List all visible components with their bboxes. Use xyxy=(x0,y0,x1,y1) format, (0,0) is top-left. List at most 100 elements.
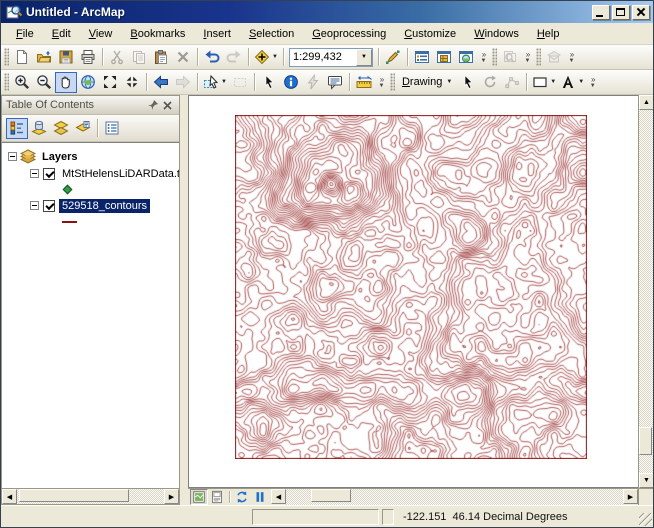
scrollbar-thumb[interactable] xyxy=(639,427,652,455)
line-symbol[interactable] xyxy=(62,221,77,223)
tree-node-layers[interactable]: Layers xyxy=(2,148,179,165)
map-scale-value[interactable]: 1:299,432 xyxy=(290,51,356,63)
toolbar-overflow-button[interactable]: »▼ xyxy=(477,47,490,68)
copy-button[interactable] xyxy=(128,47,150,68)
scroll-up-button[interactable]: ▲ xyxy=(639,95,654,110)
menu-file[interactable]: File xyxy=(7,25,43,43)
print-button[interactable] xyxy=(77,47,99,68)
collapse-toggle[interactable] xyxy=(30,201,39,210)
layer-visibility-checkbox[interactable] xyxy=(43,168,55,180)
menu-selection[interactable]: Selection xyxy=(240,25,303,43)
scroll-left-button[interactable]: ◀ xyxy=(2,489,17,504)
paste-button[interactable] xyxy=(150,47,172,68)
editor-toolbar-button[interactable] xyxy=(382,47,404,68)
close-button[interactable] xyxy=(632,5,650,20)
select-features-button[interactable]: ▼ xyxy=(201,72,229,93)
zoom-in-button[interactable] xyxy=(11,72,33,93)
list-by-visibility-button[interactable] xyxy=(50,118,72,139)
toc-horizontal-scrollbar[interactable]: ◀ ▶ xyxy=(2,488,179,504)
menu-geoprocessing[interactable]: Geoprocessing xyxy=(303,25,395,43)
open-button[interactable] xyxy=(33,47,55,68)
refresh-view-button[interactable] xyxy=(233,489,251,505)
edit-vertices-button[interactable] xyxy=(501,72,523,93)
cut-button[interactable] xyxy=(106,47,128,68)
resize-grip[interactable] xyxy=(639,513,652,526)
new-document-button[interactable] xyxy=(11,47,33,68)
scroll-left-button[interactable]: ◀ xyxy=(271,489,286,504)
scroll-down-button[interactable]: ▼ xyxy=(639,473,654,488)
toolbar-grip[interactable] xyxy=(4,73,9,91)
tree-node-layer[interactable]: MtStHelensLiDARData.t xyxy=(2,165,179,182)
new-text-button[interactable]: ▼ xyxy=(558,72,586,93)
hyperlink-button[interactable] xyxy=(302,72,324,93)
tree-label[interactable]: 529518_contours xyxy=(59,199,150,213)
search-window-button[interactable] xyxy=(455,47,477,68)
tree-node-layer[interactable]: 529518_contours xyxy=(2,197,179,214)
toc-options-button[interactable] xyxy=(101,118,123,139)
toolbar-grip[interactable] xyxy=(4,48,9,66)
collapse-toggle[interactable] xyxy=(8,152,17,161)
map-scale-combo[interactable]: 1:299,432▼ xyxy=(289,48,373,67)
list-by-drawing-order-button[interactable] xyxy=(6,118,28,139)
html-popup-button[interactable] xyxy=(324,72,346,93)
toolbar-grip[interactable] xyxy=(390,73,395,91)
scroll-right-button[interactable]: ▶ xyxy=(623,489,638,504)
point-symbol[interactable] xyxy=(63,185,73,195)
drawing-select-button[interactable] xyxy=(457,72,479,93)
measure-button[interactable] xyxy=(353,72,375,93)
menu-windows[interactable]: Windows xyxy=(465,25,528,43)
rotate-element-button[interactable] xyxy=(479,72,501,93)
pause-drawing-button[interactable] xyxy=(251,489,269,505)
tree-label[interactable]: MtStHelensLiDARData.t xyxy=(59,167,179,181)
toolbar-grip[interactable] xyxy=(492,48,497,66)
data-frame-tools-button[interactable] xyxy=(499,47,521,68)
layout-view-button[interactable] xyxy=(208,489,226,505)
scrollbar-track[interactable] xyxy=(286,489,623,505)
toc-close-button[interactable] xyxy=(160,98,175,112)
toolbar-overflow-button[interactable]: »▼ xyxy=(586,72,599,93)
minimize-button[interactable] xyxy=(592,5,610,20)
identify-button[interactable] xyxy=(280,72,302,93)
fixed-zoom-out-button[interactable] xyxy=(121,72,143,93)
toc-pin-button[interactable] xyxy=(145,98,160,112)
drawing-menu-button[interactable]: Drawing▼ xyxy=(397,72,457,93)
scrollbar-track[interactable] xyxy=(17,489,164,504)
publish-button[interactable] xyxy=(543,47,565,68)
table-of-contents-window-button[interactable] xyxy=(411,47,433,68)
map-canvas[interactable] xyxy=(235,115,587,459)
tree-label[interactable]: Layers xyxy=(39,150,80,164)
toolbar-overflow-button[interactable]: »▼ xyxy=(521,47,534,68)
map-horizontal-scrollbar[interactable]: ◀ ▶ xyxy=(271,489,638,505)
menu-view[interactable]: View xyxy=(80,25,122,43)
menu-edit[interactable]: Edit xyxy=(43,25,80,43)
delete-button[interactable] xyxy=(172,47,194,68)
scrollbar-thumb[interactable] xyxy=(19,489,129,502)
map-viewport[interactable] xyxy=(188,95,638,488)
menu-bookmarks[interactable]: Bookmarks xyxy=(121,25,194,43)
scrollbar-track[interactable] xyxy=(639,110,653,473)
maximize-button[interactable] xyxy=(612,5,630,20)
toolbar-overflow-button[interactable]: »▼ xyxy=(375,72,388,93)
save-button[interactable] xyxy=(55,47,77,68)
map-vertical-scrollbar[interactable]: ▲ ▼ xyxy=(638,95,653,488)
fixed-zoom-in-button[interactable] xyxy=(99,72,121,93)
title-bar[interactable]: Untitled - ArcMap xyxy=(1,1,653,23)
add-data-button[interactable]: ▼ xyxy=(252,47,280,68)
collapse-toggle[interactable] xyxy=(30,169,39,178)
list-by-source-button[interactable] xyxy=(28,118,50,139)
scrollbar-thumb[interactable] xyxy=(311,489,351,502)
catalog-window-button[interactable] xyxy=(433,47,455,68)
menu-customize[interactable]: Customize xyxy=(395,25,465,43)
combo-dropdown-button[interactable]: ▼ xyxy=(356,49,372,66)
toolbar-overflow-button[interactable]: »▼ xyxy=(565,47,578,68)
pan-button[interactable] xyxy=(55,72,77,93)
menu-help[interactable]: Help xyxy=(528,25,569,43)
select-elements-button[interactable] xyxy=(258,72,280,93)
undo-button[interactable] xyxy=(201,47,223,68)
redo-button[interactable] xyxy=(223,47,245,68)
go-back-extent-button[interactable] xyxy=(150,72,172,93)
data-view-button[interactable] xyxy=(190,489,208,505)
full-extent-button[interactable] xyxy=(77,72,99,93)
zoom-out-button[interactable] xyxy=(33,72,55,93)
go-forward-extent-button[interactable] xyxy=(172,72,194,93)
